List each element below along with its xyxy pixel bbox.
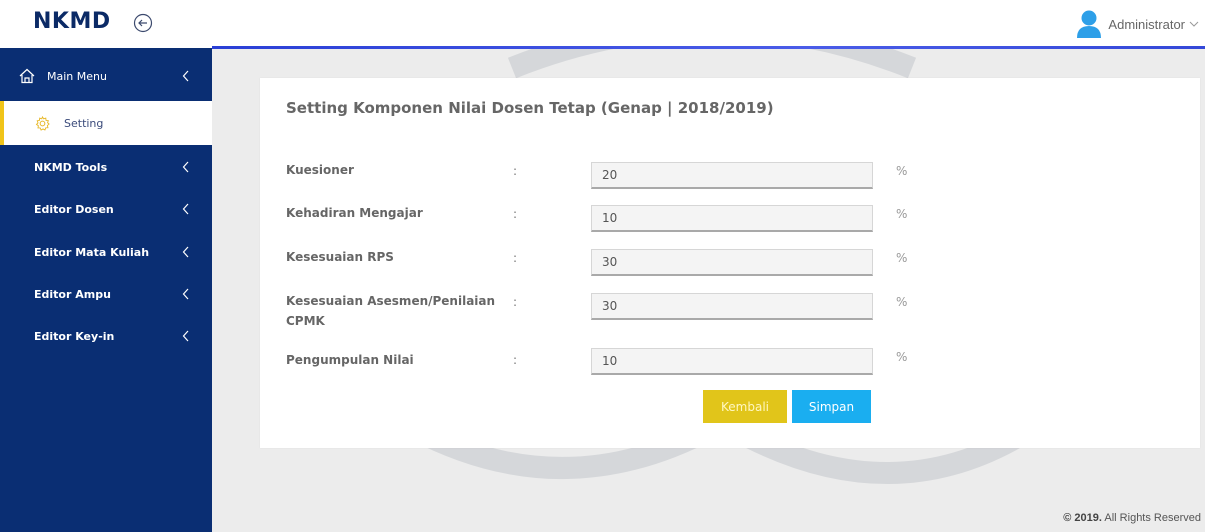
field-separator: :	[513, 295, 518, 309]
sidebar-item-label: Setting	[64, 116, 104, 130]
top-navbar: NKMD Administrator	[0, 0, 1205, 48]
footer-text: All Rights Reserved	[1101, 512, 1201, 524]
sidebar-item-nkmd-tools[interactable]: NKMD Tools	[0, 145, 212, 189]
brand-area: NKMD	[0, 0, 212, 48]
field-label-pengumpulan-nilai: Pengumpulan Nilai	[286, 353, 414, 367]
footer-year: © 2019.	[1063, 512, 1102, 524]
sidebar-item-editor-ampu[interactable]: Editor Ampu	[0, 272, 212, 316]
header-accent-line	[212, 46, 1205, 49]
sidebar-item-editor-mata-kuliah[interactable]: Editor Mata Kuliah	[0, 230, 212, 274]
field-separator: :	[513, 353, 518, 367]
percent-unit: %	[896, 207, 908, 221]
user-menu[interactable]: Administrator	[1076, 8, 1205, 40]
sidebar-item-label: Editor Dosen	[34, 202, 114, 216]
home-icon	[19, 68, 35, 84]
page-title: Setting Komponen Nilai Dosen Tetap (Gena…	[286, 99, 774, 117]
save-button[interactable]: Simpan	[792, 390, 871, 423]
kesesuaian-rps-input[interactable]	[591, 249, 873, 276]
chevron-left-icon	[182, 330, 189, 342]
kuesioner-input[interactable]	[591, 162, 873, 189]
chevron-left-icon	[182, 203, 189, 215]
chevron-down-icon	[1189, 21, 1199, 27]
field-separator: :	[513, 251, 518, 265]
field-label-kesesuaian-rps: Kesesuaian RPS	[286, 250, 394, 264]
field-separator: :	[513, 164, 518, 178]
gear-icon	[35, 115, 50, 131]
footer-copyright: © 2019. All Rights Reserved	[1063, 512, 1201, 524]
percent-unit: %	[896, 164, 908, 178]
sidebar-item-editor-key-in[interactable]: Editor Key-in	[0, 314, 212, 358]
sidebar-item-setting[interactable]: Setting	[0, 101, 212, 145]
field-label-kuesioner: Kuesioner	[286, 163, 354, 177]
back-button[interactable]: Kembali	[703, 390, 787, 423]
kesesuaian-asesmen-input[interactable]	[591, 293, 873, 320]
field-separator: :	[513, 207, 518, 221]
chevron-left-icon	[182, 288, 189, 300]
sidebar-item-label: Editor Key-in	[34, 329, 115, 343]
sidebar-item-label: Editor Mata Kuliah	[34, 245, 150, 259]
back-circle-icon[interactable]	[133, 13, 153, 33]
sidebar-item-label: Main Menu	[47, 69, 107, 83]
sidebar-item-label: NKMD Tools	[34, 160, 108, 174]
kehadiran-mengajar-input[interactable]	[591, 205, 873, 232]
user-avatar-icon	[1077, 10, 1102, 38]
sidebar-item-editor-dosen[interactable]: Editor Dosen	[0, 187, 212, 231]
sidebar-item-label: Editor Ampu	[34, 287, 111, 301]
sidebar: Main Menu Setting NKMD Tools Editor Dose…	[0, 48, 212, 532]
sidebar-item-main-menu[interactable]: Main Menu	[0, 54, 212, 98]
percent-unit: %	[896, 350, 908, 364]
brand-logo-text[interactable]: NKMD	[33, 9, 111, 34]
field-label-kehadiran-mengajar: Kehadiran Mengajar	[286, 206, 423, 220]
chevron-left-icon	[182, 246, 189, 258]
user-name: Administrator	[1108, 16, 1185, 32]
percent-unit: %	[896, 295, 908, 309]
percent-unit: %	[896, 251, 908, 265]
chevron-left-icon	[182, 161, 189, 173]
pengumpulan-nilai-input[interactable]	[591, 348, 873, 375]
field-label-kesesuaian-asesmen: Kesesuaian Asesmen/Penilaian CPMK	[286, 294, 496, 328]
chevron-left-icon	[182, 70, 189, 82]
